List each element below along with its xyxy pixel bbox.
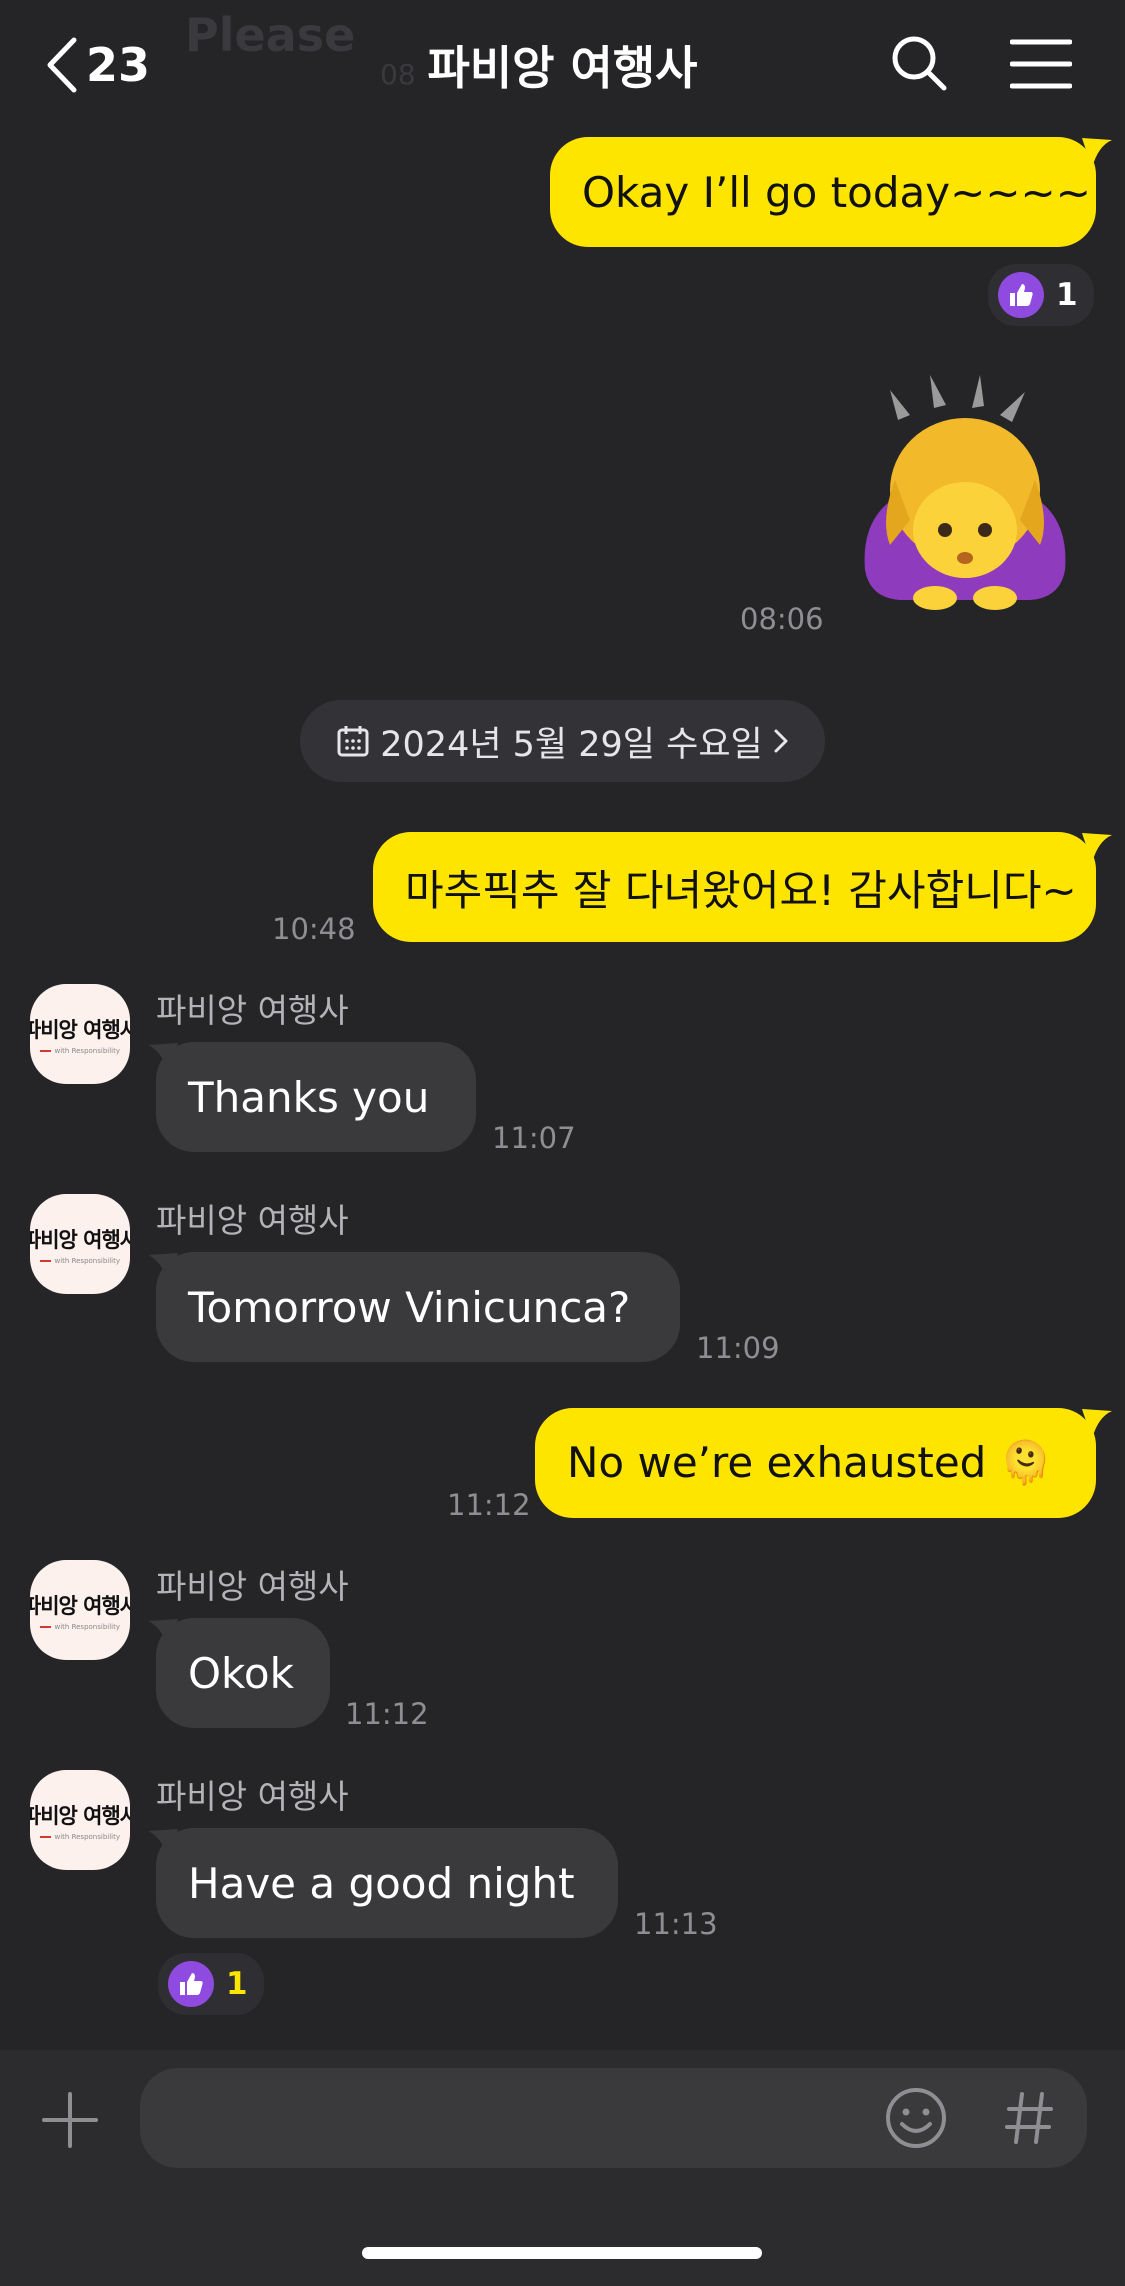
chevron-right-icon [774,729,788,753]
message-time: 11:09 [696,1331,780,1365]
avatar[interactable]: 파비앙 여행사 with Responsibility [30,1560,130,1660]
search-button[interactable] [890,34,948,96]
menu-button[interactable] [1009,38,1073,94]
sender-name: 파비앙 여행사 [156,1201,349,1240]
smiley-icon [886,2088,946,2148]
sender-name: 파비앙 여행사 [156,1777,349,1816]
incoming-message-bubble[interactable]: Have a good night [156,1828,618,1938]
emoji-button[interactable] [884,2086,948,2154]
outgoing-message-bubble[interactable]: 마추픽추 잘 다녀왔어요! 감사합니다~ [373,832,1096,942]
home-indicator[interactable] [362,2247,762,2259]
reaction-count: 1 [1056,277,1078,313]
search-icon [892,36,947,91]
message-time: 11:12 [345,1697,429,1731]
outgoing-message-bubble[interactable]: Okay I’ll go today~~~~ [550,137,1096,247]
plus-icon [42,2092,98,2148]
chat-header: Please 08 23 파비앙 여행사 [0,0,1125,130]
like-reaction[interactable]: 1 [988,264,1094,326]
message-time: 10:48 [272,912,356,946]
hash-icon [1005,2092,1053,2144]
message-time: 11:12 [447,1488,531,1522]
bowing-sticker[interactable] [850,370,1080,620]
avatar[interactable]: 파비앙 여행사 with Responsibility [30,1194,130,1294]
attach-button[interactable] [42,2092,98,2152]
woman-bowing-icon [864,375,1066,610]
sender-name: 파비앙 여행사 [156,991,349,1030]
incoming-message-bubble[interactable]: Thanks you [156,1042,476,1152]
bubble-tail [1082,1409,1112,1439]
hashtag-search-button[interactable] [1004,2090,1054,2150]
thumbs-up-icon [168,1961,214,2007]
incoming-message-bubble[interactable]: Okok [156,1618,330,1728]
avatar[interactable]: 파비앙 여행사 with Responsibility [30,984,130,1084]
bubble-tail [1082,833,1112,863]
calendar-icon [337,726,369,757]
thumbs-up-icon [998,272,1044,318]
outgoing-message-bubble[interactable]: No we’re exhausted 🫠 [535,1408,1096,1518]
date-divider[interactable]: 2024년 5월 29일 수요일 [300,700,825,782]
date-divider-label: 2024년 5월 29일 수요일 [380,724,763,765]
chat-title: 파비앙 여행사 [427,41,698,95]
reaction-count: 1 [226,1966,248,2002]
message-time: 11:07 [492,1121,576,1155]
incoming-message-bubble[interactable]: Tomorrow Vinicunca? [156,1252,680,1362]
avatar[interactable]: 파비앙 여행사 with Responsibility [30,1770,130,1870]
sender-name: 파비앙 여행사 [156,1567,349,1606]
message-time: 08:06 [740,602,824,636]
bubble-tail [1082,138,1112,168]
message-time: 11:13 [634,1907,718,1941]
hamburger-menu-icon [1009,39,1073,89]
like-reaction[interactable]: 1 [158,1953,264,2015]
